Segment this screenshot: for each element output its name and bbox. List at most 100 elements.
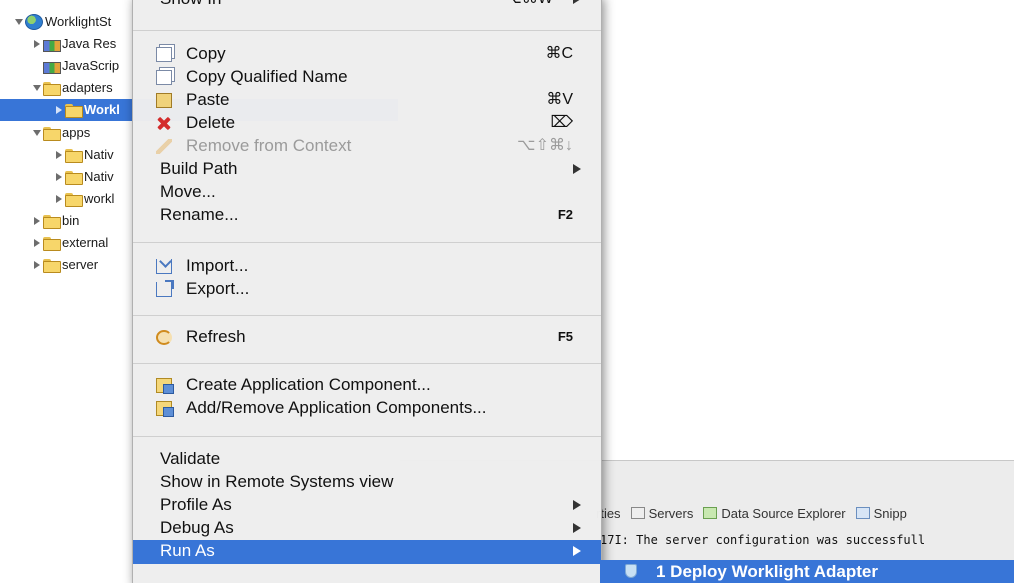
tree-item-external[interactable]: external — [32, 232, 108, 254]
tree-item-bin[interactable]: bin — [32, 210, 79, 232]
folder-icon — [65, 192, 83, 207]
menu-item-import[interactable]: Import... — [133, 255, 601, 277]
snippets-icon — [855, 507, 870, 519]
tree-item-label: server — [62, 257, 99, 272]
menu-item-label: Import... — [186, 256, 249, 275]
tree-item-label: Nativ — [84, 147, 114, 162]
tree-item-javascript-resources[interactable]: JavaScrip — [43, 55, 119, 77]
submenu-arrow-icon — [573, 546, 581, 556]
menu-separator — [133, 30, 601, 31]
tree-item-project[interactable]: WorklightSt — [14, 11, 111, 33]
menu-item-show-in-remote-systems[interactable]: Show in Remote Systems view — [133, 471, 601, 493]
menu-item-build-path[interactable]: Build Path — [133, 158, 601, 180]
menu-item-profile-as[interactable]: Profile As — [133, 494, 601, 516]
expand-arrow-icon[interactable] — [32, 128, 42, 138]
tab-snippets[interactable]: Snipp — [855, 506, 907, 521]
menu-item-label: Validate — [160, 449, 221, 468]
expand-arrow-icon[interactable] — [14, 17, 24, 27]
collapse-arrow-icon[interactable] — [32, 260, 42, 270]
collapse-arrow-icon[interactable] — [32, 216, 42, 226]
menu-item-add-remove-application-components[interactable]: Add/Remove Application Components... — [133, 397, 601, 419]
menu-shortcut: F2 — [557, 207, 573, 222]
tree-item-native-2[interactable]: Nativ — [54, 166, 114, 188]
tree-item-worklight-app[interactable]: workl — [54, 188, 114, 210]
tree-item-native-1[interactable]: Nativ — [54, 144, 114, 166]
context-menu: Show In ⌥⌘W Copy ⌘C Copy Qualified Name … — [132, 0, 602, 583]
menu-item-copy-qualified-name[interactable]: Copy Qualified Name — [133, 66, 601, 88]
menu-item-move[interactable]: Move... — [133, 181, 601, 203]
submenu-item-label: 1 Deploy Worklight Adapter — [656, 562, 878, 581]
folder-icon — [65, 103, 83, 118]
component-icon — [156, 378, 174, 394]
menu-item-label: Create Application Component... — [186, 375, 431, 394]
menu-item-label: Run As — [160, 541, 215, 560]
menu-item-validate[interactable]: Validate — [133, 448, 601, 470]
submenu-item-deploy-worklight-adapter[interactable]: 1 Deploy Worklight Adapter — [625, 560, 1014, 583]
menu-item-create-application-component[interactable]: Create Application Component... — [133, 374, 601, 396]
menu-item-label: Rename... — [160, 205, 239, 224]
tab-data-source-explorer[interactable]: Data Source Explorer — [703, 505, 846, 521]
library-icon — [43, 59, 61, 74]
menu-item-paste[interactable]: Paste ⌘V — [133, 89, 601, 111]
menu-shortcut: ⌥⇧⌘↓ — [517, 137, 573, 154]
menu-item-debug-as[interactable]: Debug As — [133, 517, 601, 539]
collapse-arrow-icon[interactable] — [54, 105, 64, 115]
remove-context-icon — [156, 139, 172, 154]
library-icon — [43, 37, 61, 52]
menu-item-label: Profile As — [160, 495, 232, 514]
expand-arrow-icon[interactable] — [32, 83, 42, 93]
folder-icon — [43, 126, 61, 141]
menu-item-label: Move... — [160, 182, 216, 201]
menu-item-label: Export... — [186, 279, 250, 298]
tree-item-adapters[interactable]: adapters — [32, 77, 113, 99]
tree-item-server[interactable]: server — [32, 254, 98, 276]
run-as-submenu: 1 Deploy Worklight Adapter — [600, 560, 1014, 583]
folder-icon — [43, 258, 61, 273]
menu-separator — [133, 436, 601, 437]
collapse-arrow-icon[interactable] — [32, 238, 42, 248]
tree-item-label: Workl — [84, 102, 120, 117]
menu-item-copy[interactable]: Copy ⌘C — [133, 43, 601, 65]
tab-servers[interactable]: Servers — [630, 505, 694, 521]
menu-separator — [133, 315, 601, 316]
submenu-arrow-icon — [573, 523, 581, 533]
menu-item-export[interactable]: Export... — [133, 278, 601, 300]
export-icon — [156, 280, 174, 297]
menu-item-refresh[interactable]: Refresh F5 — [133, 326, 601, 348]
worklight-adapter-icon — [625, 564, 637, 578]
refresh-icon — [156, 330, 172, 345]
menu-shortcut: ⌘C — [545, 45, 573, 62]
collapse-arrow-icon[interactable] — [32, 39, 42, 49]
tree-item-java-resources[interactable]: Java Res — [32, 33, 116, 55]
menu-item-label: Refresh — [186, 327, 246, 346]
menu-item-label: Paste — [186, 90, 230, 109]
menu-item-delete[interactable]: Delete ⌦ — [133, 112, 601, 134]
menu-item-label: Delete — [186, 113, 236, 132]
menu-item-label: Show In — [160, 0, 221, 10]
project-globe-icon — [25, 14, 43, 30]
menu-item-label: Show in Remote Systems view — [160, 472, 394, 491]
menu-separator — [133, 242, 601, 243]
menu-item-rename[interactable]: Rename... F2 — [133, 204, 601, 226]
folder-icon — [43, 236, 61, 251]
tree-item-label: Java Res — [62, 36, 117, 51]
tree-item-apps[interactable]: apps — [32, 122, 90, 144]
collapse-arrow-icon[interactable] — [54, 172, 64, 182]
menu-item-remove-from-context[interactable]: Remove from Context ⌥⇧⌘↓ — [133, 135, 601, 157]
collapse-arrow-icon[interactable] — [54, 150, 64, 160]
tab-label: Servers — [648, 505, 694, 521]
menu-item-label: Remove from Context — [186, 136, 352, 155]
submenu-arrow-icon — [573, 500, 581, 510]
copy-qualified-icon — [156, 70, 172, 85]
tree-item-label: adapters — [62, 80, 113, 95]
tab-label: Data Source Explorer — [721, 505, 846, 521]
menu-shortcut: ⌥⌘W — [503, 0, 553, 10]
copy-icon — [156, 47, 172, 62]
data-source-icon — [703, 507, 718, 519]
import-icon — [156, 259, 172, 274]
tree-item-label: JavaScrip — [62, 58, 120, 73]
menu-item-run-as[interactable]: Run As — [133, 540, 601, 564]
collapse-arrow-icon[interactable] — [54, 194, 64, 204]
tree-item-label: workl — [84, 191, 115, 206]
menu-item-show-in[interactable]: Show In ⌥⌘W — [133, 0, 601, 19]
